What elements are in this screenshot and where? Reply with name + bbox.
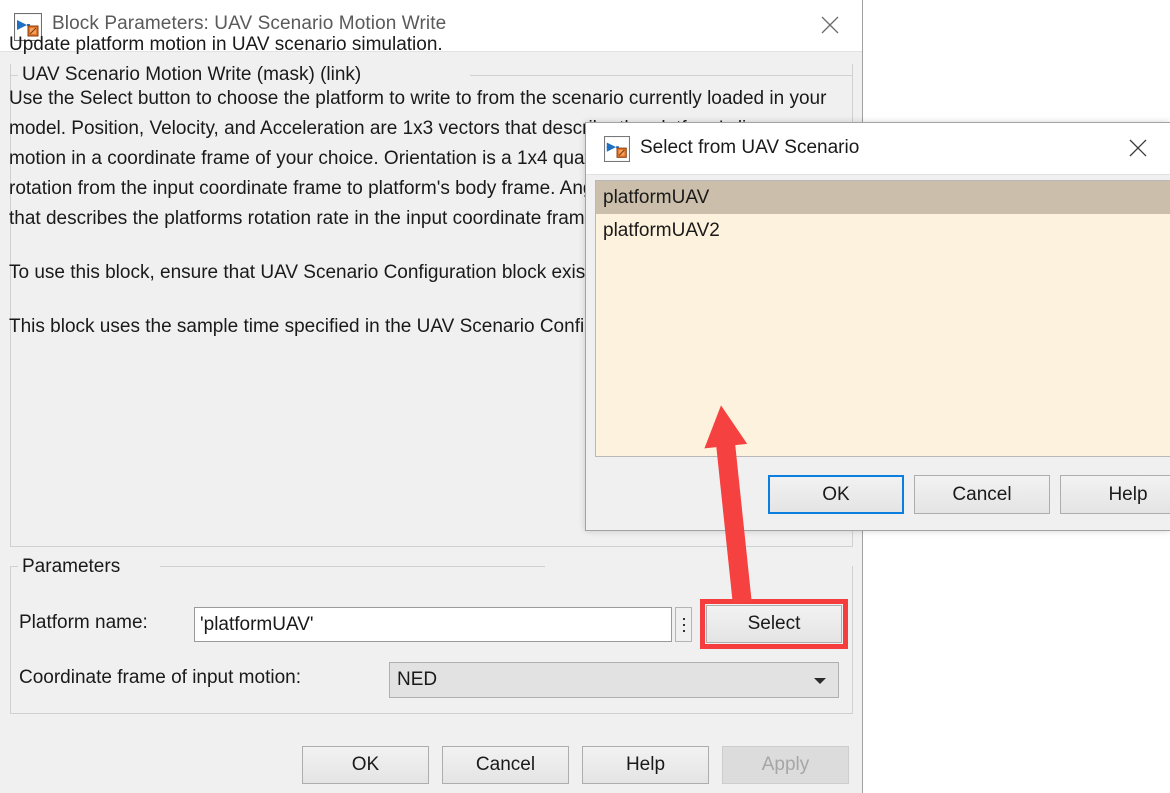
apply-button: Apply	[722, 746, 849, 784]
simulink-block-icon	[604, 136, 630, 162]
close-icon[interactable]	[1106, 123, 1170, 174]
select-dialog-cancel-button[interactable]: Cancel	[914, 475, 1050, 514]
select-dialog-help-button[interactable]: Help	[1060, 475, 1170, 514]
help-button[interactable]: Help	[582, 746, 709, 784]
coordinate-frame-label: Coordinate frame of input motion:	[19, 667, 301, 689]
description-paragraph: Update platform motion in UAV scenario s…	[9, 30, 833, 60]
list-item[interactable]: platformUAV	[596, 181, 1170, 214]
chevron-down-icon	[814, 678, 826, 684]
block-dialog-footer: OK Cancel Help Apply	[0, 727, 862, 793]
parameters-legend-label: Parameters	[18, 556, 124, 578]
select-dialog-title: Select from UAV Scenario	[640, 137, 859, 159]
parameters-legend-rule-left	[10, 566, 18, 567]
parameters-legend-rule-right	[160, 566, 545, 567]
select-button[interactable]: Select	[706, 605, 842, 643]
screenshot-root: Block Parameters: UAV Scenario Motion Wr…	[0, 0, 1170, 793]
vertical-ellipsis-icon[interactable]	[675, 607, 692, 642]
select-dialog-titlebar: Select from UAV Scenario	[586, 123, 1170, 175]
coordinate-frame-value: NED	[397, 669, 437, 691]
select-dialog-ok-button[interactable]: OK	[768, 475, 904, 514]
platform-name-label: Platform name:	[19, 612, 148, 634]
coordinate-frame-dropdown[interactable]: NED	[389, 662, 839, 698]
platform-name-input[interactable]	[194, 607, 672, 642]
list-item[interactable]: platformUAV2	[596, 214, 1170, 247]
ok-button[interactable]: OK	[302, 746, 429, 784]
select-from-uav-scenario-dialog: Select from UAV Scenario platformUAV pla…	[585, 122, 1170, 531]
cancel-button[interactable]: Cancel	[442, 746, 569, 784]
scenario-platform-list[interactable]: platformUAV platformUAV2	[595, 180, 1170, 457]
